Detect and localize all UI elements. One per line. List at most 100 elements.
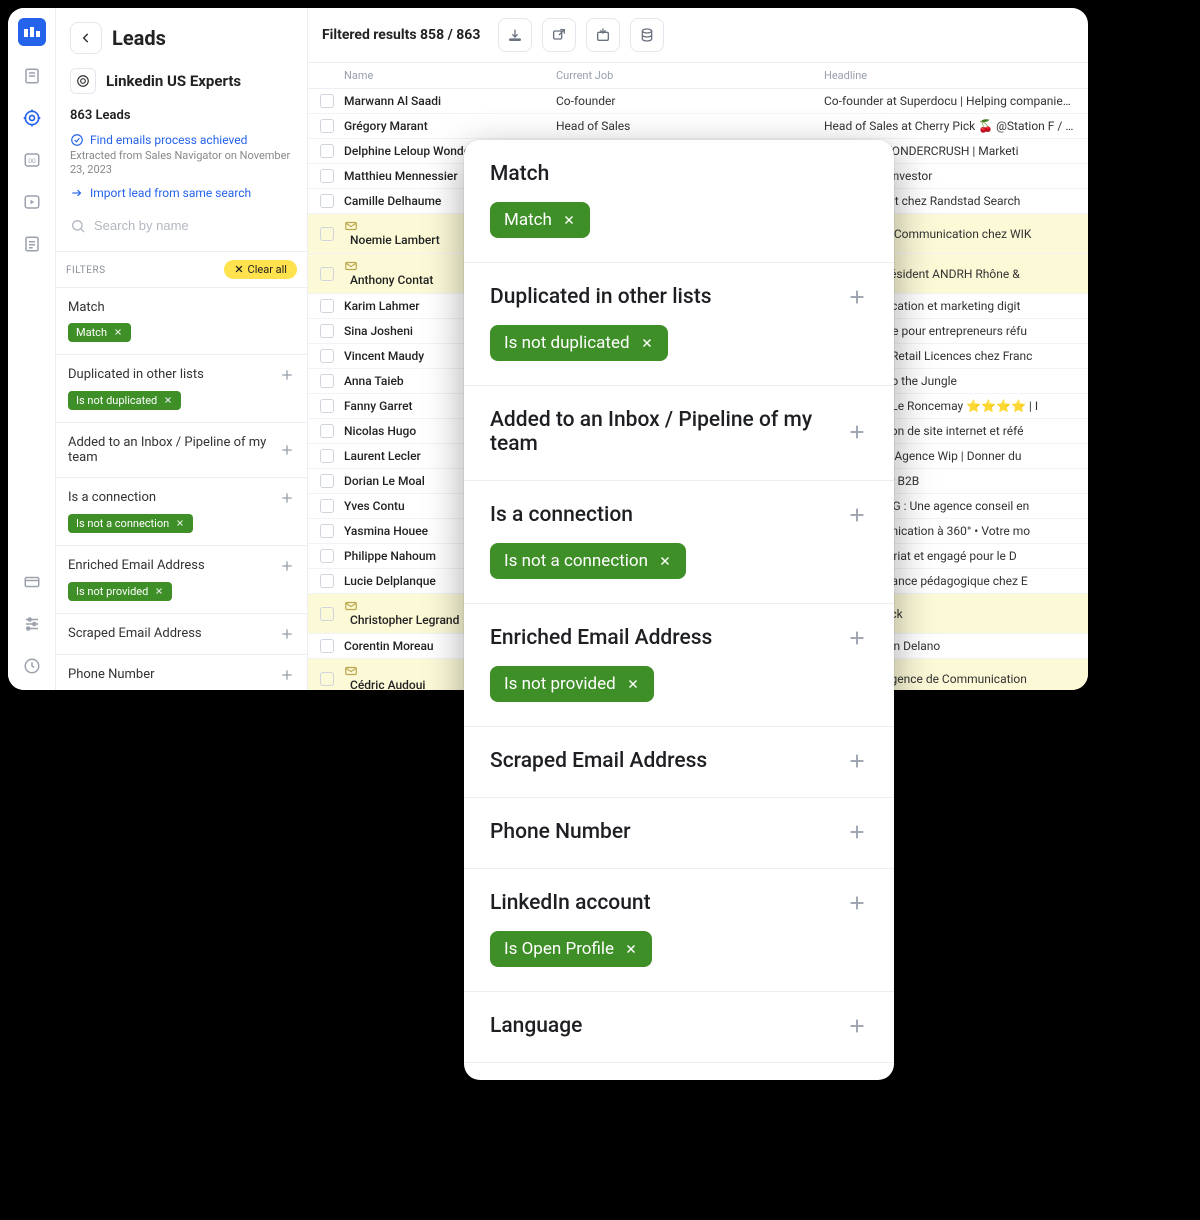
filter-item: Enriched Email AddressIs not provided	[56, 546, 307, 614]
col-headline: Headline	[824, 69, 1076, 82]
row-checkbox[interactable]	[320, 267, 334, 281]
popover-filter-title: LinkedIn account	[490, 891, 651, 915]
row-checkbox[interactable]	[320, 424, 334, 438]
export-icon[interactable]	[542, 18, 576, 52]
row-checkbox[interactable]	[320, 119, 334, 133]
filter-title: Match	[68, 300, 105, 315]
clear-all-button[interactable]: Clear all	[224, 260, 297, 279]
chip-remove-icon[interactable]	[163, 395, 173, 405]
row-checkbox[interactable]	[320, 324, 334, 338]
chip-label: Match	[76, 326, 107, 339]
row-checkbox[interactable]	[320, 94, 334, 108]
row-checkbox[interactable]	[320, 144, 334, 158]
chip-label: Is not a connection	[76, 517, 169, 530]
chip-remove-icon[interactable]	[626, 677, 640, 691]
chip-label: Is Open Profile	[504, 939, 614, 959]
row-checkbox[interactable]	[320, 549, 334, 563]
row-checkbox[interactable]	[320, 574, 334, 588]
filter-add-icon[interactable]	[279, 490, 295, 506]
search-row	[66, 212, 297, 241]
row-checkbox[interactable]	[320, 672, 334, 686]
row-checkbox[interactable]	[320, 499, 334, 513]
filter-add-icon[interactable]	[846, 750, 868, 772]
filter-chip[interactable]: Match	[490, 202, 590, 238]
chip-remove-icon[interactable]	[624, 942, 638, 956]
chip-label: Is not provided	[504, 674, 616, 694]
inbox-icon[interactable]	[586, 18, 620, 52]
row-checkbox[interactable]	[320, 169, 334, 183]
filter-add-icon[interactable]	[846, 1015, 868, 1037]
list-name: Linkedin US Experts	[106, 72, 241, 90]
play-icon[interactable]	[20, 190, 44, 214]
target-icon[interactable]	[20, 106, 44, 130]
popover-section: Is a connectionIs not a connection	[464, 481, 894, 604]
filters-label: FILTERS	[66, 259, 106, 276]
filter-chip[interactable]: Match	[68, 323, 131, 342]
chip-label: Is not a connection	[504, 551, 648, 571]
chip-label: Is not provided	[76, 585, 148, 598]
filter-chip[interactable]: Is not a connection	[490, 543, 686, 579]
filter-add-icon[interactable]	[279, 667, 295, 683]
import-link[interactable]: Import lead from same search	[56, 186, 307, 212]
filter-add-icon[interactable]	[279, 367, 295, 383]
chip-remove-icon[interactable]	[562, 213, 576, 227]
back-button[interactable]	[70, 22, 102, 54]
popover-filter-title: Match	[490, 162, 549, 186]
doc-icon[interactable]	[20, 232, 44, 256]
card-icon[interactable]	[20, 570, 44, 594]
list-icon	[70, 68, 96, 94]
row-checkbox[interactable]	[320, 449, 334, 463]
filter-add-icon[interactable]	[279, 558, 295, 574]
table-row[interactable]: Grégory Marant Head of Sales Head of Sal…	[308, 114, 1088, 139]
row-checkbox[interactable]	[320, 474, 334, 488]
chip-remove-icon[interactable]	[154, 586, 164, 596]
row-checkbox[interactable]	[320, 607, 334, 621]
popover-section: Phone Number	[464, 798, 894, 869]
popover-filter-title: Language	[490, 1014, 582, 1038]
filter-chip[interactable]: Is not duplicated	[490, 325, 668, 361]
row-checkbox[interactable]	[320, 639, 334, 653]
row-checkbox[interactable]	[320, 194, 334, 208]
filters-popover: MatchMatchDuplicated in other listsIs no…	[464, 140, 894, 1080]
row-checkbox[interactable]	[320, 374, 334, 388]
search-icon	[70, 218, 86, 234]
filter-chip[interactable]: Is not duplicated	[68, 391, 181, 410]
row-checkbox[interactable]	[320, 524, 334, 538]
import-label: Import lead from same search	[90, 186, 251, 200]
search-input[interactable]	[94, 218, 293, 233]
row-checkbox[interactable]	[320, 349, 334, 363]
popover-section: Added to an Inbox / Pipeline of my team	[464, 386, 894, 481]
row-headline: Co-founder at Superdocu | Helping compan…	[824, 94, 1076, 108]
filter-chip[interactable]: Is not provided	[68, 582, 172, 601]
filter-add-icon[interactable]	[846, 627, 868, 649]
filter-add-icon[interactable]	[846, 286, 868, 308]
row-checkbox[interactable]	[320, 227, 334, 241]
filter-add-icon[interactable]	[279, 442, 295, 458]
filter-add-icon[interactable]	[846, 821, 868, 843]
filter-chip[interactable]: Is Open Profile	[490, 931, 652, 967]
filter-add-icon[interactable]	[846, 892, 868, 914]
chip-label: Is not duplicated	[504, 333, 630, 353]
row-checkbox[interactable]	[320, 299, 334, 313]
database-icon[interactable]	[630, 18, 664, 52]
popover-section: Enriched Email AddressIs not provided	[464, 604, 894, 727]
filter-chip[interactable]: Is not provided	[490, 666, 654, 702]
sliders-icon[interactable]	[20, 612, 44, 636]
notes-icon[interactable]	[20, 64, 44, 88]
filter-chip[interactable]: Is not a connection	[68, 514, 193, 533]
clock-icon[interactable]	[20, 654, 44, 678]
chip-remove-icon[interactable]	[658, 554, 672, 568]
download-icon[interactable]	[498, 18, 532, 52]
table-header: Name Current Job Headline	[308, 63, 1088, 89]
chip-remove-icon[interactable]	[113, 327, 123, 337]
filter-add-icon[interactable]	[846, 504, 868, 526]
filter-add-icon[interactable]	[846, 421, 868, 443]
table-row[interactable]: Marwann Al Saadi Co-founder Co-founder a…	[308, 89, 1088, 114]
stats-icon[interactable]: 00	[20, 148, 44, 172]
chip-remove-icon[interactable]	[640, 336, 654, 350]
row-name: Marwann Al Saadi	[344, 94, 556, 108]
row-checkbox[interactable]	[320, 399, 334, 413]
chip-remove-icon[interactable]	[175, 518, 185, 528]
filter-add-icon[interactable]	[279, 626, 295, 642]
filter-item: Match Match	[56, 288, 307, 355]
